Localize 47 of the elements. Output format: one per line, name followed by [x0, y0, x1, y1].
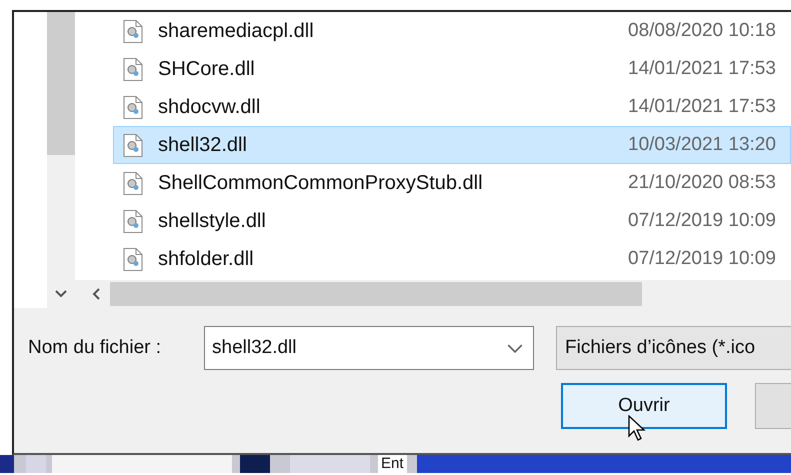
taskbar-button[interactable] — [0, 455, 14, 473]
file-row[interactable]: shellstyle.dll 07/12/2019 10:09 — [113, 202, 791, 240]
taskbar-button[interactable] — [26, 455, 46, 473]
open-button[interactable]: Ouvrir — [561, 383, 727, 429]
file-date: 21/10/2020 08:53 — [628, 172, 776, 194]
dll-file-icon — [123, 94, 143, 120]
file-date: 07/12/2019 10:09 — [628, 248, 776, 270]
file-name: shell32.dll — [158, 134, 248, 156]
file-date: 14/01/2021 17:53 — [628, 58, 776, 80]
dll-file-icon — [123, 170, 143, 196]
scrollbar-thumb[interactable] — [47, 12, 75, 155]
chevron-left-icon[interactable] — [92, 288, 100, 300]
taskbar-button[interactable] — [290, 455, 370, 473]
file-name: sharemediacpl.dll — [158, 20, 315, 42]
dll-file-icon — [123, 56, 143, 82]
taskbar-label: Ent — [378, 455, 407, 473]
vertical-scrollbar[interactable] — [47, 12, 75, 280]
dll-file-icon — [123, 208, 143, 234]
dll-file-icon — [123, 132, 143, 158]
scrollbar-thumb[interactable] — [110, 282, 642, 306]
file-name: shellstyle.dll — [158, 210, 267, 232]
file-name: shdocvw.dll — [158, 96, 262, 118]
file-type-dropdown[interactable]: Fichiers d’icônes (*.ico — [556, 326, 791, 370]
chevron-down-icon[interactable] — [55, 290, 67, 298]
file-date: 08/08/2020 10:18 — [628, 20, 776, 42]
dll-file-icon — [123, 246, 143, 272]
file-row[interactable]: SHCore.dll 14/01/2021 17:53 — [113, 50, 791, 88]
file-name: shfolder.dll — [158, 248, 255, 270]
mouse-pointer-icon — [628, 415, 646, 441]
file-row[interactable]: shfolder.dll 07/12/2019 10:09 — [113, 240, 791, 278]
file-date: 07/12/2019 10:09 — [628, 210, 776, 232]
chevron-down-icon[interactable] — [507, 344, 523, 352]
file-row[interactable]: ShellCommonCommonProxyStub.dll 21/10/2020 08:53 — [113, 164, 791, 202]
file-name-label: Nom du fichier : — [28, 337, 162, 359]
file-date: 14/01/2021 17:53 — [628, 96, 776, 118]
file-name-field[interactable]: shell32.dll — [204, 326, 534, 370]
file-name: ShellCommonCommonProxyStub.dll — [158, 172, 484, 194]
horizontal-scrollbar[interactable] — [75, 280, 791, 308]
file-row[interactable]: sharemediacpl.dll 08/08/2020 10:18 — [113, 12, 791, 50]
taskbar-button[interactable] — [240, 455, 270, 473]
file-date: 10/03/2021 13:20 — [628, 134, 776, 156]
file-row[interactable]: shdocvw.dll 14/01/2021 17:53 — [113, 88, 791, 126]
file-row[interactable]: shell32.dll 10/03/2021 13:20 — [113, 126, 791, 164]
dll-file-icon — [123, 18, 143, 44]
cancel-button[interactable] — [755, 383, 791, 429]
taskbar-button[interactable] — [52, 455, 232, 473]
file-name: SHCore.dll — [158, 58, 256, 80]
